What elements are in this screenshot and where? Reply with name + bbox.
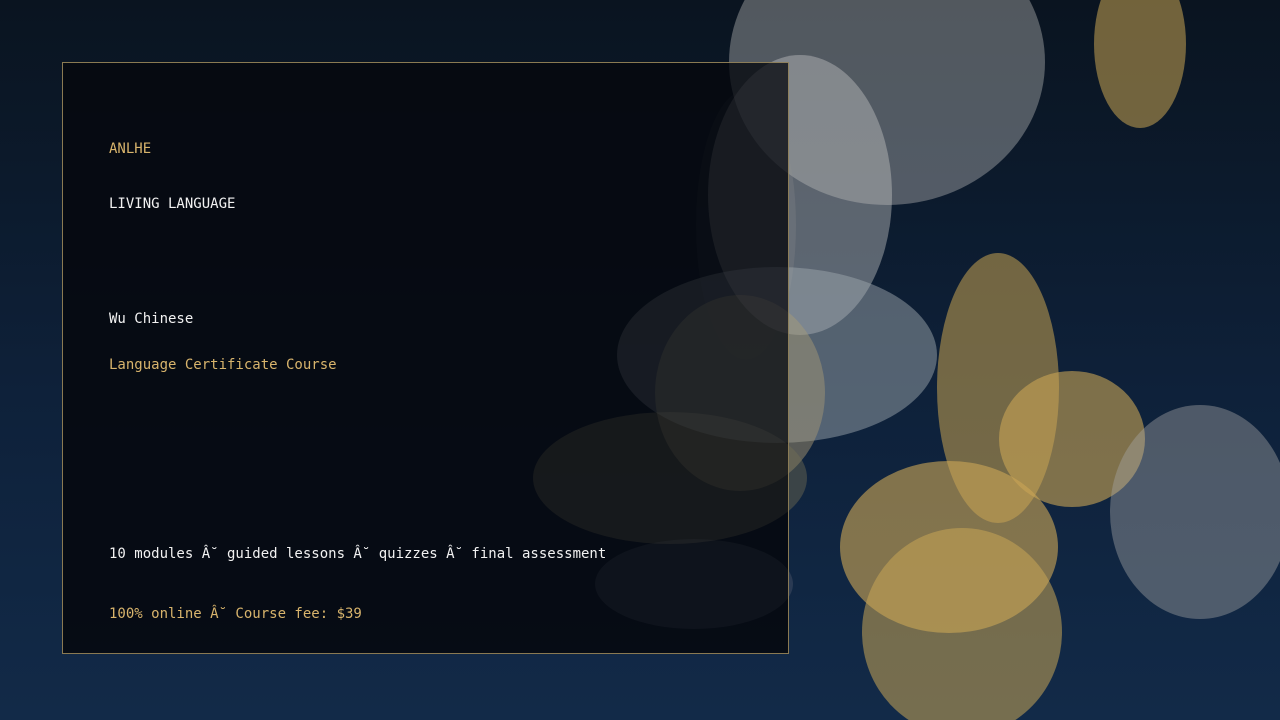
course-type: Language Certificate Course: [109, 357, 337, 373]
course-details: 10 modules Â˘ guided lessons Â˘ quizzes …: [109, 546, 607, 562]
brand-name: ANLHE: [109, 141, 152, 157]
language-title: Wu Chinese: [109, 311, 194, 327]
bokeh-circle: [1094, 0, 1186, 128]
course-pricing: 100% online Â˘ Course fee: $39: [109, 606, 362, 622]
course-card: ANLHE LIVING LANGUAGE Wu Chinese Languag…: [62, 62, 789, 654]
brand-tagline: LIVING LANGUAGE: [109, 196, 236, 212]
